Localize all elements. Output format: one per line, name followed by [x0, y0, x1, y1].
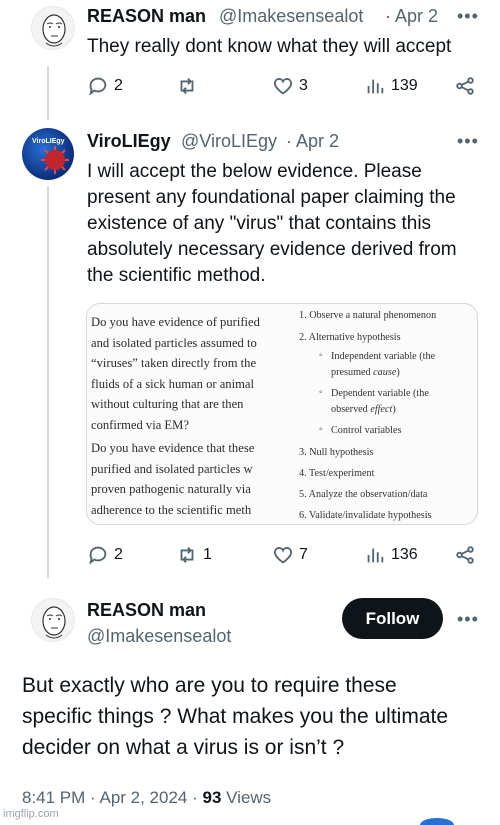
method-substep: Independent variable (the [331, 351, 436, 362]
like-count: 7 [299, 546, 308, 563]
reply-button[interactable]: 2 [87, 75, 123, 97]
reply-count: 2 [114, 77, 123, 94]
more-options-button[interactable]: ••• [457, 6, 479, 27]
tweet-text: They really dont know what they will acc… [87, 36, 452, 57]
avatar[interactable] [31, 6, 75, 50]
tweet-date[interactable]: · Apr 2 [286, 131, 339, 152]
author-name[interactable]: ViroLIEgy [87, 131, 171, 152]
share-button[interactable] [454, 544, 476, 566]
partial-avatar [420, 818, 454, 825]
like-button[interactable]: 3 [272, 75, 308, 97]
retweet-icon [180, 78, 194, 94]
views-count: 136 [391, 546, 418, 563]
virus-avatar-icon: ViroLIEgy [32, 138, 69, 174]
author-handle[interactable]: @Imakesensealot [219, 6, 363, 27]
views-icon [367, 548, 384, 563]
image-question-text: Do you have evidence of purified and iso… [91, 312, 291, 520]
reply-icon [89, 546, 107, 565]
method-step: 3. Null hypothesis [299, 447, 374, 458]
more-options-button[interactable]: ••• [457, 131, 479, 152]
method-step: 5. Analyze the observation/data [299, 489, 428, 500]
retweet-button[interactable] [176, 75, 203, 97]
tweet-timestamp[interactable]: 8:41 PM · Apr 2, 2024 · 93 Views [22, 788, 271, 808]
reply-icon [89, 77, 107, 96]
image-line: purified and isolated particles w [91, 461, 253, 476]
reply-count: 2 [114, 546, 123, 563]
method-substep: Control variables [331, 425, 402, 436]
tweet-date[interactable]: · Apr 2 [385, 6, 438, 27]
heart-icon [273, 547, 293, 564]
author-handle[interactable]: @ViroLIEgy [181, 131, 277, 152]
views-label: Views [221, 788, 272, 807]
views-button[interactable]: 136 [364, 544, 418, 566]
retweet-icon [180, 547, 194, 563]
tweet-text: But exactly who are you to require these… [22, 674, 449, 759]
share-button[interactable] [454, 75, 476, 97]
method-step: 1. Observe a natural phenomenon [299, 310, 437, 321]
author-name[interactable]: REASON man [87, 6, 206, 27]
image-line: without culturing that are then [91, 397, 244, 411]
method-substep: observed effect) [331, 404, 396, 415]
method-substep: ◦ [319, 350, 323, 361]
image-line: “viruses” taken directly from the [91, 356, 257, 370]
retweet-count: 1 [203, 546, 212, 563]
attached-image[interactable]: Do you have evidence of purified and iso… [86, 303, 478, 525]
image-line: and isolated particles assumed to [91, 335, 257, 350]
avatar-logo-text: ViroLIEgy [32, 138, 65, 145]
wojak-avatar-icon [42, 606, 66, 639]
views-icon [367, 79, 384, 94]
method-step: 6. Validate/invalidate hypothesis [299, 510, 432, 521]
watermark: imgflip.com [3, 808, 59, 820]
image-line: fluids of a sick human or animal [91, 376, 254, 391]
more-options-button[interactable]: ••• [457, 609, 479, 630]
method-substep: ◦ [319, 387, 323, 398]
image-line: confirmed via EM? [91, 417, 189, 432]
image-line: proven pathogenic naturally via [91, 482, 251, 496]
image-line: Do you have evidence that these [91, 441, 255, 455]
views-button[interactable]: 139 [364, 75, 418, 97]
thread-line-bottom [47, 186, 49, 578]
share-icon [456, 77, 474, 95]
wojak-avatar-icon [42, 14, 66, 47]
retweet-button[interactable]: 1 [176, 544, 212, 566]
views-count: 139 [391, 77, 418, 94]
method-step: 4. Test/experiment [299, 468, 375, 479]
heart-icon [273, 78, 293, 95]
tweet-text: I will accept the below evidence. Please… [87, 161, 457, 286]
avatar[interactable] [31, 598, 75, 642]
views-number: 93 [202, 788, 222, 807]
like-count: 3 [299, 77, 308, 94]
method-step: 2. Alternative hypothesis [299, 332, 401, 343]
method-substep: ◦ [319, 424, 323, 435]
reply-button[interactable]: 2 [87, 544, 123, 566]
follow-button[interactable]: Follow [342, 598, 443, 639]
method-substep: Dependent variable (the [331, 388, 429, 399]
method-substep: presumed cause) [331, 367, 400, 378]
tweet-time: 8:41 PM · Apr 2, 2024 · [22, 788, 203, 807]
share-icon [456, 546, 474, 564]
image-line: Do you have evidence of purified [91, 315, 260, 329]
author-handle[interactable]: @Imakesensealot [87, 626, 231, 647]
thread-line-top [47, 66, 49, 120]
avatar[interactable]: ViroLIEgy [22, 128, 74, 180]
like-button[interactable]: 7 [272, 544, 308, 566]
author-name[interactable]: REASON man [87, 600, 206, 621]
image-line: adherence to the scientific meth [91, 502, 252, 517]
